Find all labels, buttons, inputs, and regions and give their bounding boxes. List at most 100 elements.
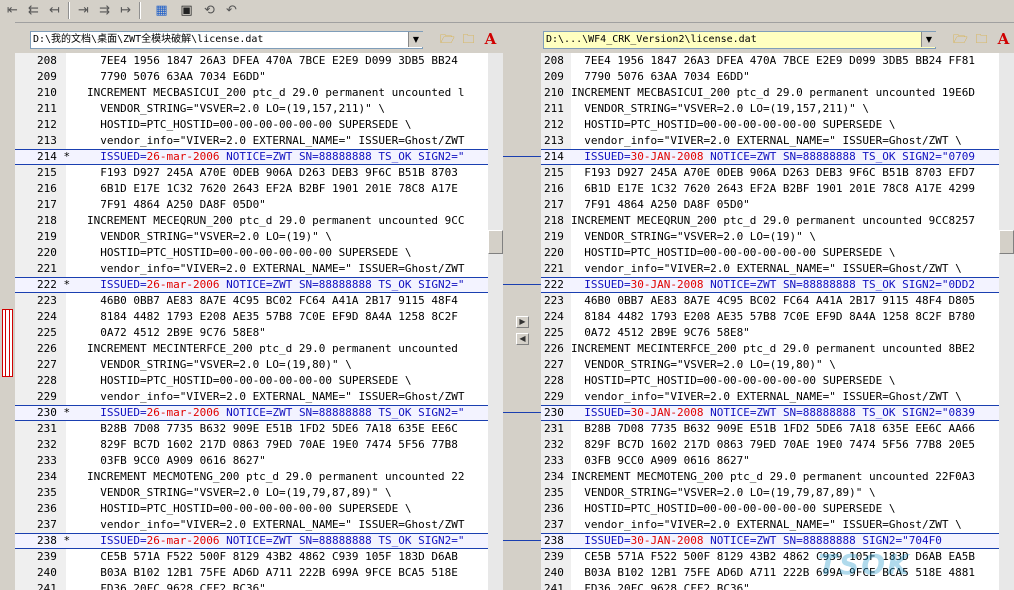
line-text: 0A72 4512 2B9E 9C76 58E8" — [87, 325, 266, 341]
code-line[interactable]: 221 vendor_info="VIVER=2.0 EXTERNAL_NAME… — [15, 261, 488, 277]
line-text: ISSUED=26-mar-2006 NOTICE=ZWT SN=8888888… — [87, 405, 464, 421]
code-line[interactable]: 210 INCREMENT MECBASICUI_200 ptc_d 29.0 p… — [541, 85, 999, 101]
code-line[interactable]: 230 ISSUED=30-JAN-2008 NOTICE=ZWT SN=888… — [541, 405, 999, 421]
code-line[interactable]: 213 vendor_info="VIVER=2.0 EXTERNAL_NAME… — [15, 133, 488, 149]
copy-to-right-icon[interactable]: ▶ — [516, 316, 529, 328]
code-line[interactable]: 217 7F91 4864 A250 DA8F 05D0" — [15, 197, 488, 213]
copy-right-all-icon[interactable]: ⇉ — [95, 1, 114, 20]
code-line[interactable]: 235 VENDOR_STRING="VSVER=2.0 LO=(19,79,8… — [541, 485, 999, 501]
open-folder-icon[interactable]: 🗁 — [952, 31, 969, 48]
recent-folder-icon[interactable]: 🗀 — [973, 31, 990, 48]
overview-diff-marker[interactable] — [2, 309, 13, 377]
code-line[interactable]: 216 6B1D E17E 1C32 7620 2643 EF2A B2BF 1… — [541, 181, 999, 197]
code-line[interactable]: 208 7EE4 1956 1847 26A3 DFEA 470A 7BCE E… — [541, 53, 999, 69]
line-text: F193 D927 245A A70E 0DEB 906A D263 DEB3 … — [571, 165, 975, 181]
code-line[interactable]: 212 HOSTID=PTC_HOSTID=00-00-00-00-00-00 … — [541, 117, 999, 133]
code-line[interactable]: 221 vendor_info="VIVER=2.0 EXTERNAL_NAME… — [541, 261, 999, 277]
code-line[interactable]: 225 0A72 4512 2B9E 9C76 58E8" — [541, 325, 999, 341]
copy-right-lines-icon[interactable]: ↦ — [116, 1, 135, 20]
left-vertical-scrollbar[interactable] — [488, 53, 503, 590]
code-line[interactable]: 213 vendor_info="VIVER=2.0 EXTERNAL_NAME… — [541, 133, 999, 149]
font-icon[interactable]: A — [995, 31, 1012, 48]
code-line[interactable]: 217 7F91 4864 A250 DA8F 05D0" — [541, 197, 999, 213]
code-line[interactable]: 215 F193 D927 245A A70E 0DEB 906A D263 D… — [541, 165, 999, 181]
right-path-input[interactable]: D:\...\WF4_CRK_Version2\license.dat — [543, 31, 936, 49]
code-line[interactable]: 228 HOSTID=PTC_HOSTID=00-00-00-00-00-00 … — [541, 373, 999, 389]
code-line[interactable]: 237 vendor_info="VIVER=2.0 EXTERNAL_NAME… — [541, 517, 999, 533]
code-line[interactable]: 241 FD36 20FC 9628 CFF2 BC36" — [15, 581, 488, 590]
undo-icon[interactable]: ↶ — [222, 1, 241, 20]
chevron-down-icon[interactable]: ▼ — [921, 32, 936, 47]
code-line[interactable]: 216 6B1D E17E 1C32 7620 2643 EF2A B2BF 1… — [15, 181, 488, 197]
code-line[interactable]: 210 INCREMENT MECBASICUI_200 ptc_d 29.0 p… — [15, 85, 488, 101]
code-line[interactable]: 224 8184 4482 1793 E208 AE35 57B8 7C0E E… — [541, 309, 999, 325]
left-scroll-thumb[interactable] — [488, 230, 503, 254]
open-folder-icon[interactable]: 🗁 — [439, 31, 456, 48]
code-line[interactable]: 229 vendor_info="VIVER=2.0 EXTERNAL_NAME… — [541, 389, 999, 405]
code-line[interactable]: 226 INCREMENT MECINTERFCE_200 ptc_d 29.0 … — [541, 341, 999, 357]
code-line[interactable]: 223 46B0 0BB7 AE83 8A7E 4C95 BC02 FC64 A… — [15, 293, 488, 309]
code-line[interactable]: 219 VENDOR_STRING="VSVER=2.0 LO=(19)" \ — [541, 229, 999, 245]
copy-left-all-icon[interactable]: ⇇ — [24, 1, 43, 20]
recent-folder-icon[interactable]: 🗀 — [460, 31, 477, 48]
difference-overview[interactable] — [0, 22, 15, 590]
code-line[interactable]: 218 INCREMENT MECEQRUN_200 ptc_d 29.0 per… — [15, 213, 488, 229]
code-line[interactable]: 214 ISSUED=30-JAN-2008 NOTICE=ZWT SN=888… — [541, 149, 999, 165]
copy-to-left-icon[interactable]: ◀ — [516, 333, 529, 345]
code-line[interactable]: 236 HOSTID=PTC_HOSTID=00-00-00-00-00-00 … — [541, 501, 999, 517]
copy-right-icon[interactable]: ⇥ — [74, 1, 93, 20]
line-number: 234 — [37, 470, 57, 483]
code-line[interactable]: 209 7790 5076 63AA 7034 E6DD" — [15, 69, 488, 85]
code-line[interactable]: 231 B28B 7D08 7735 B632 909E E51B 1FD2 5… — [541, 421, 999, 437]
code-line[interactable]: 209 7790 5076 63AA 7034 E6DD" — [541, 69, 999, 85]
code-line[interactable]: 238 * ISSUED=26-mar-2006 NOTICE=ZWT SN=8… — [15, 533, 488, 549]
font-icon[interactable]: A — [482, 31, 499, 48]
code-line[interactable]: 211 VENDOR_STRING="VSVER=2.0 LO=(19,157,… — [541, 101, 999, 117]
code-line[interactable]: 222 * ISSUED=26-mar-2006 NOTICE=ZWT SN=8… — [15, 277, 488, 293]
compare-icon[interactable]: ▦ — [152, 1, 171, 20]
code-line[interactable]: 218 INCREMENT MECEQRUN_200 ptc_d 29.0 per… — [541, 213, 999, 229]
code-line[interactable]: 220 HOSTID=PTC_HOSTID=00-00-00-00-00-00 … — [15, 245, 488, 261]
code-line[interactable]: 239 CE5B 571A F522 500F 8129 43B2 4862 C… — [15, 549, 488, 565]
code-line[interactable]: 227 VENDOR_STRING="VSVER=2.0 LO=(19,80)"… — [15, 357, 488, 373]
code-line[interactable]: 208 7EE4 1956 1847 26A3 DFEA 470A 7BCE E… — [15, 53, 488, 69]
code-line[interactable]: 214 * ISSUED=26-mar-2006 NOTICE=ZWT SN=8… — [15, 149, 488, 165]
right-text-pane[interactable]: 208 7EE4 1956 1847 26A3 DFEA 470A 7BCE E… — [541, 53, 999, 590]
copy-left-lines-icon[interactable]: ↤ — [45, 1, 64, 20]
code-line[interactable]: 240 B03A B102 12B1 75FE AD6D A711 222B 6… — [15, 565, 488, 581]
recompare-icon[interactable]: ⟲ — [200, 1, 219, 20]
code-line[interactable]: 215 F193 D927 245A A70E 0DEB 906A D263 D… — [15, 165, 488, 181]
code-line[interactable]: 233 03FB 9CC0 A909 0616 8627" — [15, 453, 488, 469]
code-line[interactable]: 231 B28B 7D08 7735 B632 909E E51B 1FD2 5… — [15, 421, 488, 437]
code-line[interactable]: 223 46B0 0BB7 AE83 8A7E 4C95 BC02 FC64 A… — [541, 293, 999, 309]
line-number: 241 — [37, 582, 57, 590]
code-line[interactable]: 232 829F BC7D 1602 217D 0863 79ED 70AE 1… — [541, 437, 999, 453]
code-line[interactable]: 226 INCREMENT MECINTERFCE_200 ptc_d 29.0 … — [15, 341, 488, 357]
code-line[interactable]: 219 VENDOR_STRING="VSVER=2.0 LO=(19)" \ — [15, 229, 488, 245]
right-vertical-scrollbar[interactable] — [999, 53, 1014, 590]
code-line[interactable]: 235 VENDOR_STRING="VSVER=2.0 LO=(19,79,8… — [15, 485, 488, 501]
code-line[interactable]: 236 HOSTID=PTC_HOSTID=00-00-00-00-00-00 … — [15, 501, 488, 517]
code-line[interactable]: 212 HOSTID=PTC_HOSTID=00-00-00-00-00-00 … — [15, 117, 488, 133]
code-line[interactable]: 228 HOSTID=PTC_HOSTID=00-00-00-00-00-00 … — [15, 373, 488, 389]
copy-left-icon[interactable]: ⇤ — [3, 1, 22, 20]
chevron-down-icon[interactable]: ▼ — [408, 32, 423, 47]
code-line[interactable]: 227 VENDOR_STRING="VSVER=2.0 LO=(19,80)"… — [541, 357, 999, 373]
code-line[interactable]: 233 03FB 9CC0 A909 0616 8627" — [541, 453, 999, 469]
code-line[interactable]: 229 vendor_info="VIVER=2.0 EXTERNAL_NAME… — [15, 389, 488, 405]
code-line[interactable]: 220 HOSTID=PTC_HOSTID=00-00-00-00-00-00 … — [541, 245, 999, 261]
code-line[interactable]: 211 VENDOR_STRING="VSVER=2.0 LO=(19,157,… — [15, 101, 488, 117]
code-line[interactable]: 234 INCREMENT MECMOTENG_200 ptc_d 29.0 pe… — [15, 469, 488, 485]
code-line[interactable]: 225 0A72 4512 2B9E 9C76 58E8" — [15, 325, 488, 341]
right-scroll-thumb[interactable] — [999, 230, 1014, 254]
code-line[interactable]: 232 829F BC7D 1602 217D 0863 79ED 70AE 1… — [15, 437, 488, 453]
code-line[interactable]: 222 ISSUED=30-JAN-2008 NOTICE=ZWT SN=888… — [541, 277, 999, 293]
left-path-input[interactable]: D:\我的文档\桌面\ZWT全模块破解\license.dat — [30, 31, 423, 49]
code-line[interactable]: 234 INCREMENT MECMOTENG_200 ptc_d 29.0 pe… — [541, 469, 999, 485]
left-text-pane[interactable]: 208 7EE4 1956 1847 26A3 DFEA 470A 7BCE E… — [15, 53, 488, 590]
code-line[interactable]: 230 * ISSUED=26-mar-2006 NOTICE=ZWT SN=8… — [15, 405, 488, 421]
code-line[interactable]: 224 8184 4482 1793 E208 AE35 57B8 7C0E E… — [15, 309, 488, 325]
save-icon[interactable]: ▣ — [177, 1, 196, 20]
code-line[interactable]: 238 ISSUED=30-JAN-2008 NOTICE=ZWT SN=888… — [541, 533, 999, 549]
code-line[interactable]: 237 vendor_info="VIVER=2.0 EXTERNAL_NAME… — [15, 517, 488, 533]
